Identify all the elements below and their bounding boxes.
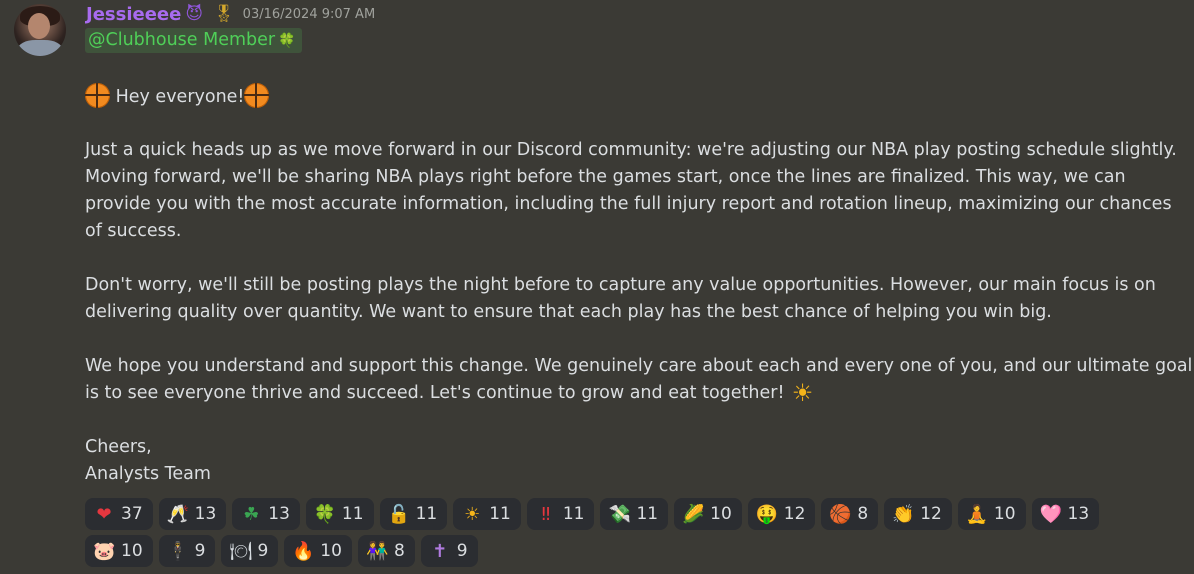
avatar-shirt: [18, 40, 62, 56]
reaction-button[interactable]: 🧘 10: [957, 498, 1026, 530]
reaction-emoji-icon: 🍽: [229, 540, 253, 562]
paragraph2-line: delivering quality over quantity. We wan…: [85, 302, 1052, 322]
reaction-emoji-icon: 🔥: [292, 540, 315, 562]
reaction-emoji-icon: 🕴: [166, 540, 190, 562]
reaction-count: 12: [783, 504, 806, 524]
reaction-emoji-icon: ☘: [243, 503, 260, 525]
reaction-button[interactable]: 🌽 10: [674, 498, 742, 530]
reaction-count: 11: [489, 504, 511, 524]
reaction-emoji-icon: ☀: [464, 503, 481, 525]
author-username[interactable]: Jessieeee: [86, 4, 181, 25]
reaction-count: 9: [257, 541, 269, 561]
user-avatar[interactable]: [14, 4, 66, 56]
paragraph2-line: Don't worry, we'll still be posting play…: [85, 275, 1156, 295]
reaction-button[interactable]: ❤ 37: [85, 498, 153, 530]
reaction-count: 12: [920, 504, 942, 524]
reaction-count: 13: [194, 504, 217, 524]
clover-icon: 🍀: [278, 33, 296, 49]
reaction-emoji-icon: 🏀: [829, 503, 852, 525]
role-mention-label: @Clubhouse Member: [88, 30, 276, 50]
paragraph1-line: of success.: [85, 221, 182, 241]
reaction-button[interactable]: 🍽 9: [221, 535, 279, 567]
greeting-text: Hey everyone!: [115, 87, 245, 107]
reaction-emoji-icon: 🩷: [1039, 503, 1062, 525]
reaction-button[interactable]: 🏀 8: [821, 498, 879, 530]
reaction-count: 11: [415, 504, 438, 524]
role-mention[interactable]: @Clubhouse Member 🍀: [85, 28, 302, 53]
reactions-bar: ❤ 37 🥂 13 ☘ 13 🍀 11 🔓 11 ☀ 11 ‼ 11 💸 11 🌽 10 🤑 12 🏀 8 👏 12 🧘 10 🩷 1…: [85, 498, 1145, 572]
reaction-count: 13: [1067, 504, 1090, 524]
reaction-count: 10: [320, 541, 342, 561]
reaction-button[interactable]: ✝ 9: [420, 535, 478, 567]
paragraph1-line: provide you with the most accurate infor…: [85, 194, 1172, 214]
reaction-emoji-icon: 👏: [892, 503, 915, 525]
reaction-button[interactable]: 🔥 10: [284, 535, 352, 567]
paragraph1-line: Moving forward, we'll be sharing NBA pla…: [85, 167, 1126, 187]
reaction-emoji-icon: 💸: [608, 503, 631, 525]
reaction-button[interactable]: 👏 12: [884, 498, 952, 530]
reaction-emoji-icon: ‼: [541, 503, 551, 525]
reaction-emoji-icon: 🥂: [166, 503, 190, 525]
reaction-button[interactable]: 🔓 11: [379, 498, 448, 530]
reaction-button[interactable]: 🕴 9: [158, 535, 216, 567]
basketball-icon: [244, 83, 270, 108]
reaction-emoji-icon: 🤑: [755, 503, 779, 525]
message-timestamp[interactable]: 03/16/2024 9:07 AM: [243, 7, 376, 22]
paragraph1-line: Just a quick heads up as we move forward…: [85, 140, 1177, 160]
basketball-icon: [85, 83, 110, 108]
reaction-button[interactable]: 🐷 10: [85, 535, 153, 567]
reaction-count: 9: [456, 541, 468, 561]
reaction-emoji-icon: 🔓: [387, 503, 410, 525]
reaction-count: 11: [341, 504, 364, 524]
closing-text: Cheers,: [85, 437, 152, 457]
reaction-emoji-icon: 🧘: [965, 503, 989, 525]
reaction-button[interactable]: 🥂 13: [158, 498, 227, 530]
reaction-button[interactable]: 💸 11: [600, 498, 669, 530]
reaction-count: 13: [268, 504, 290, 524]
reaction-emoji-icon: 🍀: [313, 503, 337, 525]
reaction-emoji-icon: ❤: [96, 503, 112, 525]
reaction-button[interactable]: ☘ 13: [232, 498, 300, 530]
reaction-count: 11: [636, 504, 659, 524]
reaction-count: 10: [993, 504, 1016, 524]
reaction-button[interactable]: 👫 8: [357, 535, 415, 567]
reaction-button[interactable]: 🩷 13: [1031, 498, 1100, 530]
paragraph3-line-with-sun: is to see everyone thrive and succeed. L…: [85, 380, 1145, 407]
chat-message: Jessieeee 😈 🎖 03/16/2024 9:07 AM @Clubho…: [0, 0, 1194, 574]
greeting-line: Hey everyone!: [85, 83, 1145, 110]
reaction-button[interactable]: 🤑 12: [747, 498, 816, 530]
reaction-button[interactable]: 🍀 11: [305, 498, 374, 530]
message-header: Jessieeee 😈 🎖 03/16/2024 9:07 AM: [86, 1, 375, 27]
reaction-emoji-icon: 👫: [365, 540, 389, 562]
reaction-count: 11: [562, 504, 585, 524]
signature-text: Analysts Team: [85, 464, 211, 484]
medal-badge-icon[interactable]: 🎖: [213, 4, 235, 24]
avatar-face: [28, 13, 50, 39]
reaction-count: 37: [121, 504, 143, 524]
reactions-row: ❤ 37 🥂 13 ☘ 13 🍀 11 🔓 11 ☀ 11 ‼ 11 💸 11 🌽 10 🤑 12 🏀 8 👏 12 🧘 10 🩷 1…: [85, 498, 1145, 530]
paragraph3-line: We hope you understand and support this …: [85, 356, 1193, 376]
reaction-button[interactable]: ‼ 11: [526, 498, 595, 530]
devil-emoji-icon: 😈: [185, 4, 204, 24]
reaction-emoji-icon: 🐷: [93, 540, 116, 562]
reaction-count: 8: [857, 504, 869, 524]
reactions-row: 🐷 10 🕴 9 🍽 9 🔥 10 👫 8 ✝ 9: [85, 535, 1145, 567]
reaction-count: 10: [121, 541, 143, 561]
reaction-count: 9: [194, 541, 206, 561]
reaction-count: 8: [393, 541, 405, 561]
paragraph3-text: is to see everyone thrive and succeed. L…: [85, 383, 785, 403]
message-content: Hey everyone! Just a quick heads up as w…: [85, 83, 1193, 488]
sun-icon: ☀: [791, 379, 814, 407]
reaction-button[interactable]: ☀ 11: [453, 498, 521, 530]
reaction-emoji-icon: 🌽: [682, 503, 705, 525]
reaction-count: 10: [710, 504, 732, 524]
reaction-emoji-icon: ✝: [432, 540, 448, 562]
